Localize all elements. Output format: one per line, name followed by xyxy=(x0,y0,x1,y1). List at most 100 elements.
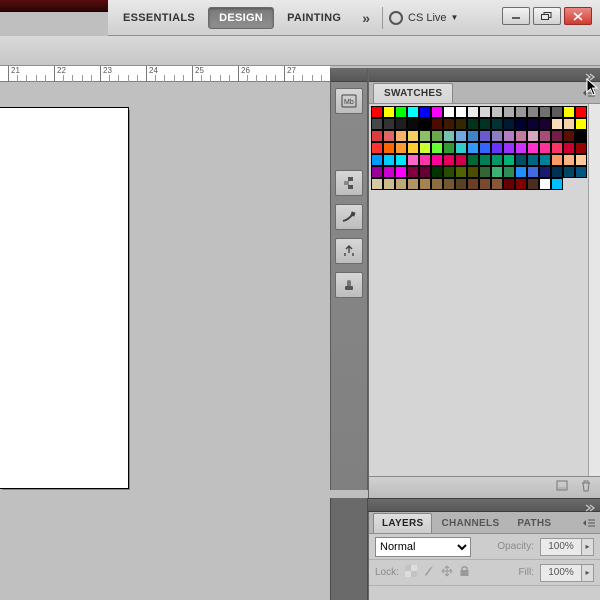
swatch[interactable] xyxy=(419,130,431,142)
swatch[interactable] xyxy=(503,130,515,142)
swatch[interactable] xyxy=(527,154,539,166)
swatch[interactable] xyxy=(539,106,551,118)
swatch[interactable] xyxy=(455,130,467,142)
swatch[interactable] xyxy=(407,178,419,190)
swatch[interactable] xyxy=(515,154,527,166)
dock-grip[interactable] xyxy=(331,68,367,82)
clone-source-icon[interactable] xyxy=(335,238,363,264)
swatch[interactable] xyxy=(431,106,443,118)
tab-channels[interactable]: CHANNELS xyxy=(432,513,508,533)
swatch[interactable] xyxy=(563,130,575,142)
swatch[interactable] xyxy=(419,106,431,118)
swatch[interactable] xyxy=(479,178,491,190)
swatch[interactable] xyxy=(371,118,383,130)
swatch[interactable] xyxy=(503,118,515,130)
cs-live-button[interactable]: CS Live ▼ xyxy=(389,11,458,25)
swatch[interactable] xyxy=(467,118,479,130)
swatch[interactable] xyxy=(551,130,563,142)
swatch[interactable] xyxy=(371,130,383,142)
swatch[interactable] xyxy=(503,178,515,190)
fill-value[interactable]: 100% xyxy=(540,564,582,582)
swatch[interactable] xyxy=(575,130,587,142)
swatch[interactable] xyxy=(407,166,419,178)
swatch[interactable] xyxy=(407,142,419,154)
swatch[interactable] xyxy=(419,142,431,154)
swatch[interactable] xyxy=(551,166,563,178)
panel-divider-grip[interactable] xyxy=(368,498,600,512)
swatch[interactable] xyxy=(467,154,479,166)
swatch[interactable] xyxy=(527,130,539,142)
swatch[interactable] xyxy=(551,178,563,190)
swatch[interactable] xyxy=(467,178,479,190)
swatch[interactable] xyxy=(395,178,407,190)
swatch[interactable] xyxy=(467,106,479,118)
swatch[interactable] xyxy=(407,154,419,166)
swatch[interactable] xyxy=(515,178,527,190)
minimize-button[interactable] xyxy=(502,7,530,25)
tool-presets-icon[interactable] xyxy=(335,272,363,298)
swatch[interactable] xyxy=(431,166,443,178)
swatch[interactable] xyxy=(575,106,587,118)
swatch[interactable] xyxy=(491,130,503,142)
swatch[interactable] xyxy=(431,154,443,166)
swatch[interactable] xyxy=(527,166,539,178)
swatch[interactable] xyxy=(383,130,395,142)
swatch[interactable] xyxy=(467,142,479,154)
lock-all-icon[interactable] xyxy=(459,565,470,580)
swatch[interactable] xyxy=(479,130,491,142)
swatch[interactable] xyxy=(395,166,407,178)
swatch[interactable] xyxy=(431,142,443,154)
swatch[interactable] xyxy=(395,118,407,130)
swatch[interactable] xyxy=(455,106,467,118)
swatch[interactable] xyxy=(443,130,455,142)
swatch[interactable] xyxy=(371,166,383,178)
swatch[interactable] xyxy=(419,118,431,130)
swatch[interactable] xyxy=(455,118,467,130)
swatch[interactable] xyxy=(479,106,491,118)
mini-bridge-icon[interactable]: Mb xyxy=(335,88,363,114)
swatch[interactable] xyxy=(527,106,539,118)
swatch[interactable] xyxy=(575,118,587,130)
restore-button[interactable] xyxy=(533,7,561,25)
swatch[interactable] xyxy=(491,154,503,166)
workspace-design[interactable]: DESIGN xyxy=(208,7,274,29)
swatch[interactable] xyxy=(407,118,419,130)
tab-paths[interactable]: PATHS xyxy=(508,513,560,533)
swatch[interactable] xyxy=(551,142,563,154)
swatch[interactable] xyxy=(575,142,587,154)
swatch[interactable] xyxy=(395,142,407,154)
history-icon[interactable] xyxy=(335,170,363,196)
swatch[interactable] xyxy=(575,154,587,166)
swatch[interactable] xyxy=(491,118,503,130)
swatch[interactable] xyxy=(491,178,503,190)
workspace-painting[interactable]: PAINTING xyxy=(276,7,352,29)
swatch[interactable] xyxy=(539,118,551,130)
swatch[interactable] xyxy=(539,166,551,178)
swatch[interactable] xyxy=(515,118,527,130)
swatch[interactable] xyxy=(431,118,443,130)
opacity-value[interactable]: 100% xyxy=(540,538,582,556)
tab-swatches[interactable]: SWATCHES xyxy=(373,83,453,103)
swatch[interactable] xyxy=(419,154,431,166)
swatch[interactable] xyxy=(479,118,491,130)
swatch[interactable] xyxy=(371,178,383,190)
swatch[interactable] xyxy=(539,178,551,190)
tab-layers[interactable]: LAYERS xyxy=(373,513,432,533)
swatch[interactable] xyxy=(467,130,479,142)
swatch[interactable] xyxy=(527,142,539,154)
close-button[interactable] xyxy=(564,7,592,25)
swatch[interactable] xyxy=(515,130,527,142)
more-workspaces-button[interactable]: » xyxy=(354,10,376,26)
lock-position-icon[interactable] xyxy=(441,565,453,580)
lock-pixels-icon[interactable] xyxy=(423,565,435,580)
swatch[interactable] xyxy=(443,142,455,154)
new-swatch-icon[interactable] xyxy=(556,479,570,497)
swatch[interactable] xyxy=(443,118,455,130)
swatch[interactable] xyxy=(383,154,395,166)
swatch[interactable] xyxy=(467,166,479,178)
brush-icon[interactable] xyxy=(335,204,363,230)
blend-mode-select[interactable]: Normal xyxy=(375,537,471,557)
swatch[interactable] xyxy=(407,106,419,118)
swatch[interactable] xyxy=(491,106,503,118)
swatch[interactable] xyxy=(443,166,455,178)
